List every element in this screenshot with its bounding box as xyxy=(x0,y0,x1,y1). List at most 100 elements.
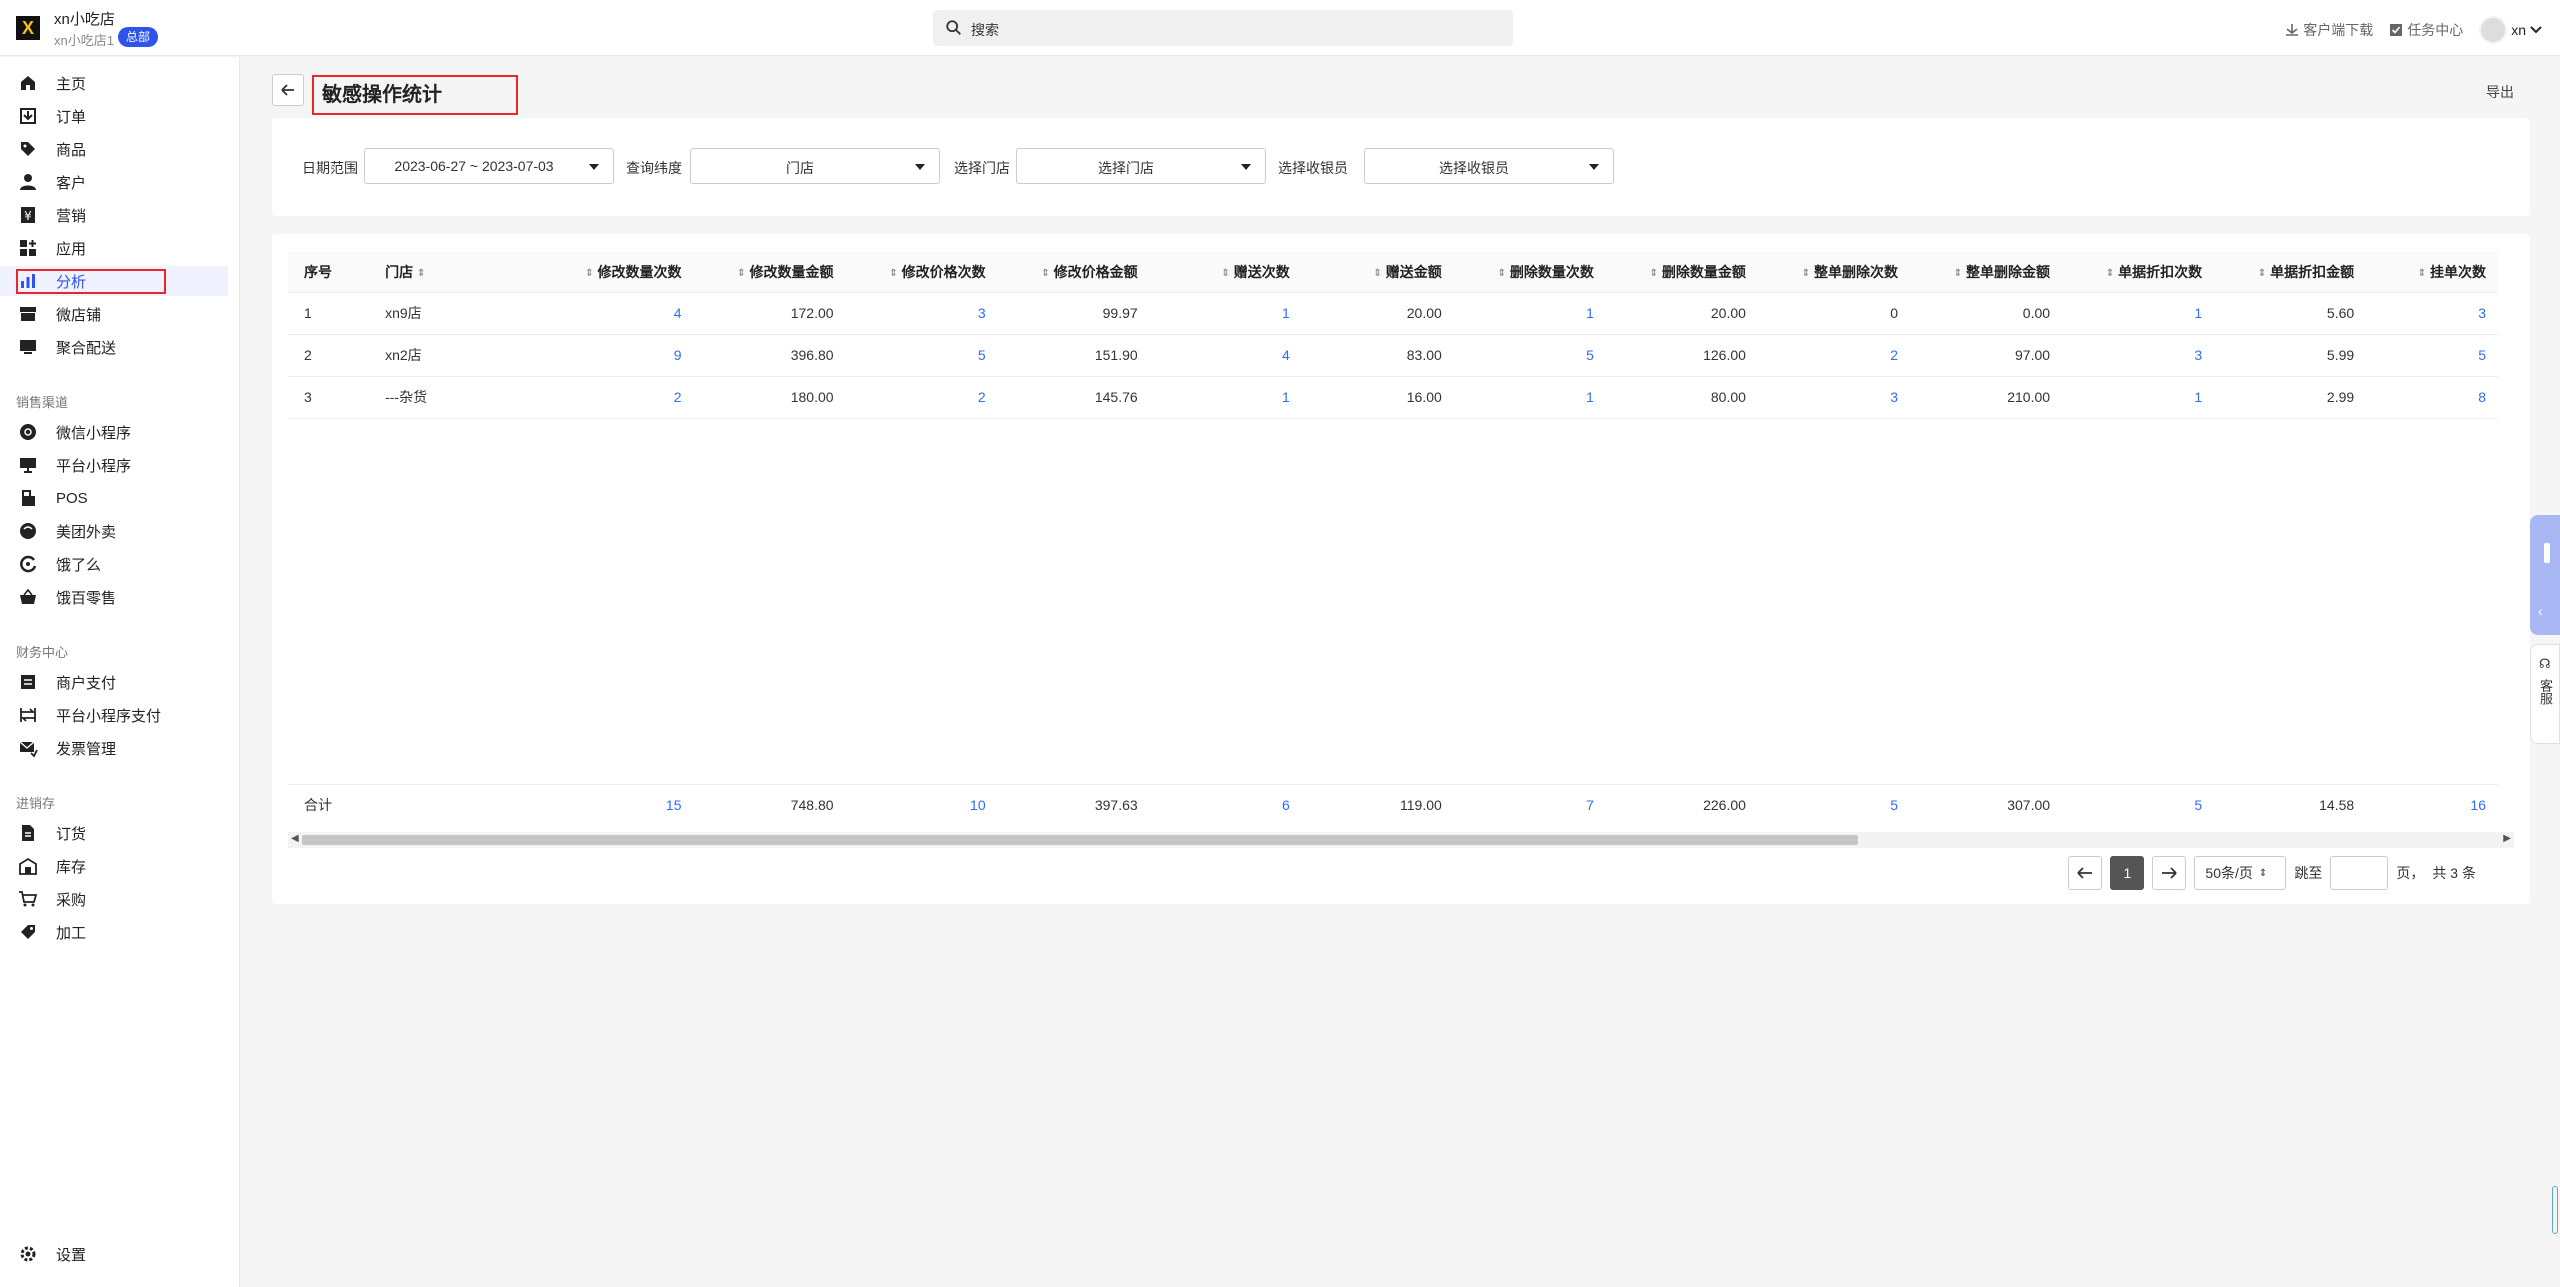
download-box-icon xyxy=(20,108,36,124)
cell-link[interactable]: 3 xyxy=(2062,334,2215,377)
horizontal-scrollbar[interactable]: ◀ ▶ xyxy=(288,832,2514,848)
cell-link[interactable]: 2 xyxy=(1757,334,1910,377)
cell-link[interactable]: 4 xyxy=(541,292,694,335)
apps-grid-icon xyxy=(20,240,36,256)
sidebar-item-platform-pay[interactable]: 平台小程序支付 xyxy=(0,700,240,730)
sidebar-item-wechat-mini[interactable]: 微信小程序 xyxy=(0,417,240,447)
cell-total-link[interactable]: 10 xyxy=(846,784,998,826)
col-header-label: 赠送次数 xyxy=(1233,263,1290,280)
sensitive-ops-table: 序号 门店 ⇕ ⇕ 修改数量次数 ⇕ 修改数量金额 ⇕ 修改价格次数 ⇕ 修改价格金额 … xyxy=(288,252,2498,826)
store-select[interactable]: 选择门店 xyxy=(1016,148,1266,184)
cell-link[interactable]: 1 xyxy=(1453,292,1606,335)
cell-link[interactable]: 1 xyxy=(1453,376,1606,419)
jump-page-input[interactable] xyxy=(2330,856,2389,890)
sidebar-item-customers[interactable]: 客户 xyxy=(0,167,240,197)
sidebar-item-stock[interactable]: 库存 xyxy=(0,851,240,881)
col-header-order-delete-count[interactable]: ⇕ 整单删除次数 xyxy=(1757,252,1910,293)
sidebar-item-processing[interactable]: 加工 xyxy=(0,917,240,947)
list-icon xyxy=(21,675,35,689)
next-page-button[interactable] xyxy=(2152,856,2187,890)
cell-total-link[interactable]: 5 xyxy=(2062,784,2214,826)
cell-total-link[interactable]: 5 xyxy=(1758,784,1910,826)
checkbox-icon xyxy=(2390,24,2403,36)
page-size-select[interactable]: 50条/页 ⇕ xyxy=(2194,856,2287,890)
sidebar-item-settings[interactable]: 设置 xyxy=(0,1239,240,1269)
cell-link[interactable]: 5 xyxy=(1453,334,1606,377)
cell-link[interactable]: 4 xyxy=(1149,334,1302,377)
cell-link[interactable]: 1 xyxy=(1149,292,1302,335)
back-button[interactable] xyxy=(272,74,304,106)
scrollbar-thumb[interactable] xyxy=(302,835,1858,845)
sidebar-item-orders[interactable]: 订单 xyxy=(0,101,240,131)
highlight-box-title xyxy=(312,75,518,115)
cashier-select[interactable]: 选择收银员 xyxy=(1364,148,1614,184)
cell-link[interactable]: 2 xyxy=(541,376,694,419)
cell-link[interactable]: 5 xyxy=(2366,334,2498,377)
cell-total-link[interactable]: 15 xyxy=(541,784,693,826)
cell-link[interactable]: 5 xyxy=(845,334,998,377)
sidebar-item-merchant-pay[interactable]: 商户支付 xyxy=(0,667,240,697)
cell-link[interactable]: 3 xyxy=(1757,376,1910,419)
gear-icon xyxy=(20,1246,36,1262)
sidebar-item-pos[interactable]: POS xyxy=(0,483,240,513)
store-name[interactable]: xn小吃店 xyxy=(54,8,115,29)
prev-page-button[interactable] xyxy=(2068,856,2103,890)
sidebar-item-marketing[interactable]: ¥ 营销 xyxy=(0,200,240,230)
sidebar-item-label: 聚合配送 xyxy=(56,339,117,357)
search-input[interactable]: 搜索 xyxy=(933,10,1513,46)
dimension-select[interactable]: 门店 xyxy=(690,148,940,184)
col-header-gift-amount[interactable]: ⇕ 赠送金额 xyxy=(1301,252,1454,293)
page-scroll-indicator[interactable] xyxy=(2552,1186,2558,1234)
sidebar-item-platform-mini[interactable]: 平台小程序 xyxy=(0,450,240,480)
sidebar-item-purchase[interactable]: 采购 xyxy=(0,884,240,914)
cell-link[interactable]: 9 xyxy=(541,334,694,377)
sidebar-item-delivery[interactable]: 聚合配送 xyxy=(0,332,240,362)
scroll-left-icon[interactable]: ◀ xyxy=(291,833,299,844)
pagination: 1 50条/页 ⇕ 跳至 页， 共 3 条 xyxy=(2068,856,2476,890)
cell-link[interactable]: 3 xyxy=(845,292,998,335)
sidebar-item-micro-store[interactable]: 微店铺 xyxy=(0,299,240,329)
sidebar-item-meituan[interactable]: 美团外卖 xyxy=(0,516,240,546)
floating-side-tab[interactable]: ‹ xyxy=(2530,515,2560,635)
page-number-button[interactable]: 1 xyxy=(2110,856,2145,890)
col-header-gift-count[interactable]: ⇕ 赠送次数 xyxy=(1149,252,1302,293)
sidebar-item-products[interactable]: 商品 xyxy=(0,134,240,164)
col-header-qty-edit-count[interactable]: ⇕ 修改数量次数 xyxy=(541,252,694,293)
user-menu[interactable]: xn xyxy=(2479,16,2542,44)
col-header-price-edit-amount[interactable]: ⇕ 修改价格金额 xyxy=(997,252,1150,293)
cell-link[interactable]: 2 xyxy=(845,376,998,419)
cell-link[interactable]: 1 xyxy=(1149,376,1302,419)
col-header-delete-qty-count[interactable]: ⇕ 删除数量次数 xyxy=(1453,252,1606,293)
col-header-order-delete-amount[interactable]: ⇕ 整单删除金额 xyxy=(1909,252,2063,293)
scroll-right-icon[interactable]: ▶ xyxy=(2503,833,2511,844)
client-download-link[interactable]: 客户端下载 xyxy=(2285,20,2373,40)
app-logo[interactable]: X xyxy=(16,16,40,40)
col-header-discount-amount[interactable]: ⇕ 单据折扣金额 xyxy=(2214,252,2367,293)
cell-link[interactable]: 1 xyxy=(2062,292,2215,335)
col-header-hold-count[interactable]: ⇕ 挂单次数 xyxy=(2366,252,2498,293)
cell-total-link[interactable]: 16 xyxy=(2366,784,2498,826)
col-header-price-edit-count[interactable]: ⇕ 修改价格次数 xyxy=(845,252,998,293)
sidebar-item-eleme[interactable]: 饿了么 xyxy=(0,549,240,579)
cell-total-link[interactable]: 7 xyxy=(1454,784,1606,826)
sidebar-item-label: 平台小程序支付 xyxy=(56,707,162,725)
sidebar-item-invoice[interactable]: 发票管理 xyxy=(0,733,240,763)
export-button[interactable]: 导出 xyxy=(2486,82,2514,102)
cart-icon xyxy=(19,891,38,907)
sidebar-item-home[interactable]: 主页 xyxy=(0,68,240,98)
cell-link[interactable]: 8 xyxy=(2366,376,2498,419)
sidebar-item-ebai-retail[interactable]: 饿百零售 xyxy=(0,582,240,612)
caret-down-icon xyxy=(915,164,925,170)
col-header-qty-edit-amount[interactable]: ⇕ 修改数量金额 xyxy=(693,252,846,293)
task-center-link[interactable]: 任务中心 xyxy=(2389,20,2463,40)
col-header-store[interactable]: 门店 ⇕ xyxy=(369,252,542,293)
sidebar-item-ordering[interactable]: 订货 xyxy=(0,818,240,848)
sidebar-item-apps[interactable]: 应用 xyxy=(0,233,240,263)
date-range-picker[interactable]: 2023-06-27 ~ 2023-07-03 xyxy=(364,148,614,184)
col-header-discount-count[interactable]: ⇕ 单据折扣次数 xyxy=(2062,252,2215,293)
cell-link[interactable]: 3 xyxy=(2366,292,2498,335)
customer-service-tab[interactable]: ☊ 客服 xyxy=(2530,644,2560,744)
col-header-delete-qty-amount[interactable]: ⇕ 删除数量金额 xyxy=(1605,252,1758,293)
cell-total-link[interactable]: 6 xyxy=(1150,784,1302,826)
cell-link[interactable]: 1 xyxy=(2062,376,2215,419)
